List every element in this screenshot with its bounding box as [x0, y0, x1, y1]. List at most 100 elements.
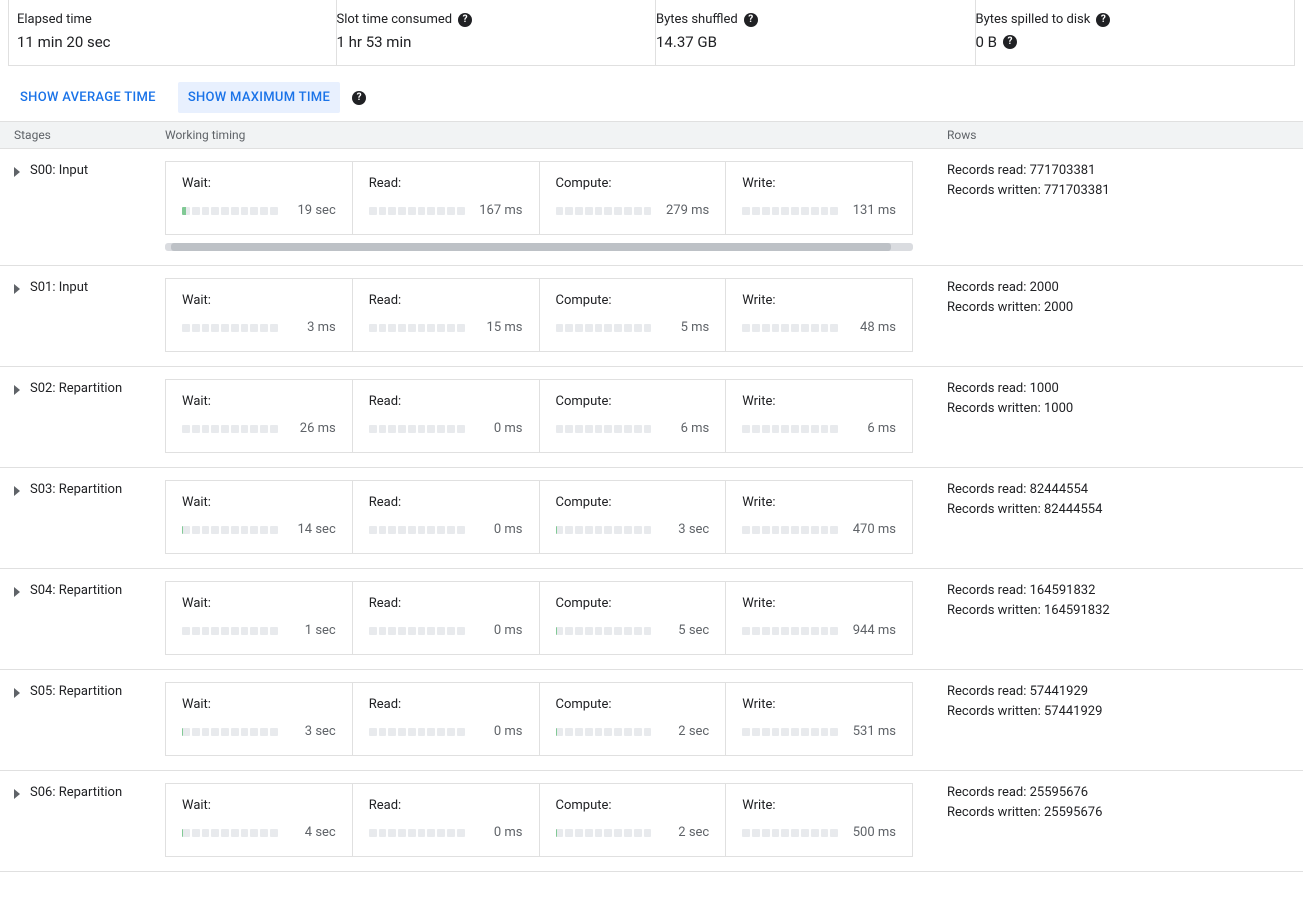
- timing-write-value: 131 ms: [848, 203, 896, 218]
- timing-read: Read:167 ms: [353, 162, 540, 234]
- progress-bar: [369, 425, 465, 433]
- expand-caret-icon[interactable]: [14, 486, 20, 496]
- timing-write-label: Write:: [742, 394, 896, 409]
- timing-write: Write:500 ms: [726, 784, 912, 856]
- timing-wait: Wait:3 ms: [166, 279, 353, 351]
- summary-shuffled-label: Bytes shuffled: [656, 12, 738, 27]
- progress-bar: [182, 324, 278, 332]
- expand-caret-icon[interactable]: [14, 284, 20, 294]
- table-header: Stages Working timing Rows: [0, 121, 1303, 149]
- timing-wait-value: 3 ms: [288, 320, 336, 335]
- timing-write-value: 6 ms: [848, 421, 896, 436]
- progress-bar: [369, 526, 465, 534]
- summary-shuffled: Bytes shuffled ? 14.37 GB: [656, 0, 976, 65]
- show-maximum-time-button[interactable]: SHOW MAXIMUM TIME: [178, 82, 340, 113]
- timing-compute-value: 6 ms: [661, 421, 709, 436]
- show-average-time-button[interactable]: SHOW AVERAGE TIME: [10, 82, 166, 113]
- stage-name-cell: S02: Repartition: [0, 379, 165, 453]
- summary-spilled: Bytes spilled to disk ? 0 B ?: [976, 0, 1295, 65]
- timing-cell: Wait:3 secRead:0 msCompute:2 secWrite:53…: [165, 682, 943, 756]
- timing-compute: Compute:279 ms: [540, 162, 727, 234]
- progress-bar: [742, 207, 838, 215]
- progress-bar: [556, 207, 652, 215]
- timing-write: Write:48 ms: [726, 279, 912, 351]
- stage-name: S05: Repartition: [30, 684, 122, 699]
- timing-compute-label: Compute:: [556, 798, 710, 813]
- timing-wait-label: Wait:: [182, 495, 336, 510]
- timing-read: Read:0 ms: [353, 784, 540, 856]
- timing-write-label: Write:: [742, 697, 896, 712]
- progress-bar: [556, 526, 652, 534]
- timing-wait: Wait:14 sec: [166, 481, 353, 553]
- timing-compute: Compute: 5 sec: [540, 582, 727, 654]
- timing-wait: Wait:1 sec: [166, 582, 353, 654]
- rows-cell: Records read: 1000Records written: 1000: [943, 379, 1303, 453]
- timing-write: Write: 6 ms: [726, 380, 912, 452]
- help-icon[interactable]: ?: [1003, 35, 1017, 49]
- summary-slot: Slot time consumed ? 1 hr 53 min: [337, 0, 657, 65]
- stage-name: S01: Input: [30, 280, 88, 295]
- timing-read-value: 167 ms: [475, 203, 523, 218]
- summary-elapsed-value: 11 min 20 sec: [17, 33, 320, 51]
- timing-wait: Wait:26 ms: [166, 380, 353, 452]
- stage-row: S04: RepartitionWait:1 secRead:0 msCompu…: [0, 569, 1303, 670]
- timing-compute-value: 5 ms: [661, 320, 709, 335]
- progress-bar: [556, 627, 652, 635]
- stage-name-cell: S01: Input: [0, 278, 165, 352]
- timing-compute-label: Compute:: [556, 596, 710, 611]
- expand-caret-icon[interactable]: [14, 688, 20, 698]
- records-written: Records written: 771703381: [947, 181, 1303, 201]
- timing-read: Read: 15 ms: [353, 279, 540, 351]
- progress-bar: [182, 526, 278, 534]
- timing-compute-value: 3 sec: [661, 522, 709, 537]
- records-written: Records written: 2000: [947, 298, 1303, 318]
- expand-caret-icon[interactable]: [14, 789, 20, 799]
- timing-compute: Compute:2 sec: [540, 784, 727, 856]
- timing-write: Write: 531 ms: [726, 683, 912, 755]
- timing-wait-value: 4 sec: [288, 825, 336, 840]
- help-icon[interactable]: ?: [352, 91, 366, 105]
- stage-row: S02: RepartitionWait:26 msRead:0 ms Compu…: [0, 367, 1303, 468]
- timing-compute-label: Compute:: [556, 394, 710, 409]
- header-rows: Rows: [943, 128, 1303, 142]
- header-stages: Stages: [0, 128, 165, 142]
- timing-read-label: Read:: [369, 798, 523, 813]
- help-icon[interactable]: ?: [458, 13, 472, 27]
- progress-bar: [182, 425, 278, 433]
- records-written: Records written: 1000: [947, 399, 1303, 419]
- timing-compute: Compute:2 sec: [540, 683, 727, 755]
- timing-read-label: Read:: [369, 293, 523, 308]
- summary-row: Elapsed time 11 min 20 sec Slot time con…: [8, 0, 1295, 66]
- timing-read-value: 15 ms: [475, 320, 523, 335]
- timing-wait-label: Wait:: [182, 394, 336, 409]
- progress-bar: [556, 728, 652, 736]
- stage-row: S01: Input Wait:3 ms Read: 15 ms Compute:5 m…: [0, 266, 1303, 367]
- stages-container: S00: InputWait:19 secRead:167 msCompute:…: [0, 149, 1303, 872]
- timing-wait-label: Wait:: [182, 176, 336, 191]
- rows-cell: Records read: 771703381Records written: …: [943, 161, 1303, 251]
- timing-cell: Wait:4 secRead:0 msCompute:2 secWrite:50…: [165, 783, 943, 857]
- records-written: Records written: 25595676: [947, 803, 1303, 823]
- timing-read: Read:0 ms: [353, 380, 540, 452]
- timing-write-label: Write:: [742, 798, 896, 813]
- expand-caret-icon[interactable]: [14, 385, 20, 395]
- timing-write: Write:131 ms: [726, 162, 912, 234]
- records-read: Records read: 82444554: [947, 480, 1303, 500]
- timing-compute: Compute:5 ms: [540, 279, 727, 351]
- progress-bar: [556, 425, 652, 433]
- timing-cell: Wait:26 msRead:0 ms Compute: 6 ms Write: 6 m…: [165, 379, 943, 453]
- expand-caret-icon[interactable]: [14, 167, 20, 177]
- stage-name-cell: S05: Repartition: [0, 682, 165, 756]
- help-icon[interactable]: ?: [1096, 13, 1110, 27]
- timing-compute-value: 5 sec: [661, 623, 709, 638]
- timing-wait-label: Wait:: [182, 596, 336, 611]
- horizontal-scrollbar[interactable]: [165, 243, 913, 251]
- help-icon[interactable]: ?: [744, 13, 758, 27]
- timing-write-value: 531 ms: [848, 724, 896, 739]
- expand-caret-icon[interactable]: [14, 587, 20, 597]
- timing-read-label: Read:: [369, 697, 523, 712]
- rows-cell: Records read: 82444554Records written: 8…: [943, 480, 1303, 554]
- stage-name-cell: S06: Repartition: [0, 783, 165, 857]
- timing-read: Read:0 ms: [353, 481, 540, 553]
- timing-read-label: Read:: [369, 495, 523, 510]
